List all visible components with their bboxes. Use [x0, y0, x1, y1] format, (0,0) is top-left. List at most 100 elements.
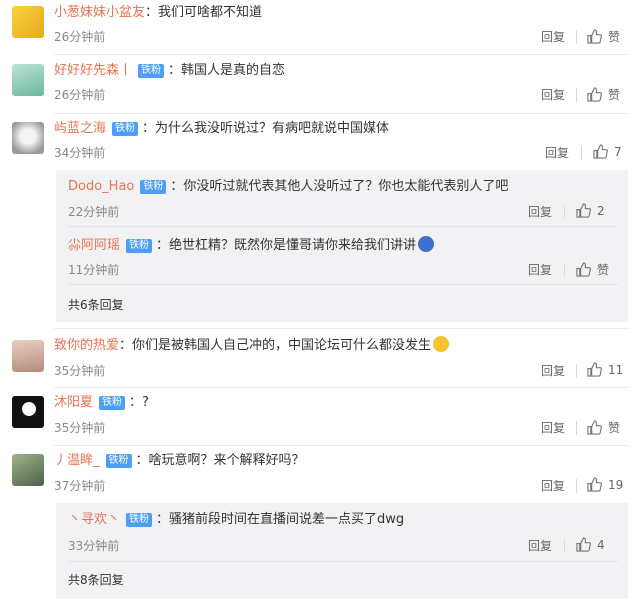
fan-badge: 铁粉: [138, 64, 165, 78]
comment-text: 致你的热爱：你们是被韩国人自己冲的，中国论坛可什么都没发生: [54, 336, 450, 355]
avatar[interactable]: [12, 454, 44, 486]
reply-text: Dodo_Hao 铁粉 ：你没听过就代表其他人没听过了？你也太能代表别人了吧: [68, 179, 509, 194]
reply-text: 尛阿阿瑶 铁粉 ：绝世杠精？既然你是懂哥请你来给我们讲讲: [68, 236, 435, 255]
username[interactable]: 丿温眸_: [54, 453, 100, 468]
reply-button[interactable]: 回复: [545, 144, 569, 161]
thumbs-up-icon: [576, 262, 591, 277]
like-button[interactable]: 11: [587, 362, 623, 377]
comment-text: 屿蓝之海 铁粉 ：为什么我没听说过？有病吧就说中国媒体: [54, 121, 390, 136]
reply-button[interactable]: 回复: [541, 28, 565, 45]
avatar-figure: [22, 402, 36, 416]
like-button[interactable]: 19: [587, 477, 623, 492]
comment-text: 小葱妹妹小盆友：我们可啥都不知道: [54, 5, 263, 20]
divider: [564, 539, 565, 553]
timestamp: 35分钟前: [54, 421, 106, 435]
comment: 小葱妹妹小盆友：我们可啥都不知道 26分钟前 回复 赞: [0, 0, 640, 56]
timestamp: 33分钟前: [68, 539, 120, 553]
divider: [581, 146, 582, 160]
reply-button[interactable]: 回复: [528, 537, 552, 554]
separator: [68, 226, 618, 227]
separator: [54, 328, 630, 329]
like-button[interactable]: 赞: [587, 86, 620, 103]
divider: [576, 421, 577, 435]
comment-body: 我们可啥都不知道: [158, 5, 263, 20]
comment-body: 啥玩意啊？来个解释好吗？: [148, 453, 305, 468]
thumbs-up-icon: [576, 203, 591, 218]
comment-body: 韩国人是真的自恋: [181, 63, 286, 78]
timestamp: 37分钟前: [54, 479, 106, 493]
timestamp: 11分钟前: [68, 263, 120, 277]
thumbs-up-icon: [576, 537, 591, 552]
avatar[interactable]: [12, 64, 44, 96]
reply-button[interactable]: 回复: [528, 261, 552, 278]
sub-replies: Dodo_Hao 铁粉 ：你没听过就代表其他人没听过了？你也太能代表别人了吧 22分…: [56, 170, 628, 322]
separator: [54, 54, 630, 55]
like-button[interactable]: 4: [576, 537, 605, 552]
like-button[interactable]: 2: [576, 203, 605, 218]
fan-badge: 铁粉: [99, 396, 126, 410]
divider: [576, 364, 577, 378]
username[interactable]: 丶寻欢丶: [68, 512, 120, 527]
username[interactable]: 屿蓝之海: [54, 121, 106, 136]
reply-button[interactable]: 回复: [528, 203, 552, 220]
reply-body: 绝世杠精？既然你是懂哥请你来给我们讲讲: [169, 238, 417, 253]
fan-badge: 铁粉: [112, 122, 139, 136]
username[interactable]: 好好好先森丨: [54, 63, 132, 78]
comment-body: ?: [142, 395, 149, 410]
reply-button[interactable]: 回复: [541, 477, 565, 494]
thumbs-up-icon: [587, 420, 602, 435]
sub-replies: 丶寻欢丶 铁粉 ：骚猪前段时间在直播间说差一点买了dwg 33分钟前 回复 4 共8…: [56, 503, 628, 599]
avatar[interactable]: [12, 6, 44, 38]
divider: [564, 263, 565, 277]
comment-text: 好好好先森丨 铁粉 ：韩国人是真的自恋: [54, 63, 286, 78]
timestamp: 26分钟前: [54, 30, 106, 44]
divider: [564, 205, 565, 219]
fan-badge: 铁粉: [140, 180, 167, 194]
like-button[interactable]: 7: [593, 144, 622, 159]
reply-body: 骚猪前段时间在直播间说差一点买了dwg: [169, 512, 405, 527]
view-more-replies[interactable]: 共6条回复: [68, 296, 124, 313]
divider: [576, 88, 577, 102]
thumbs-up-icon: [587, 362, 602, 377]
comment: 屿蓝之海 铁粉 ：为什么我没听说过？有病吧就说中国媒体 34分钟前 回复 7 Dod…: [0, 114, 640, 330]
view-more-replies[interactable]: 共8条回复: [68, 571, 124, 588]
like-button[interactable]: 赞: [576, 261, 609, 278]
like-button[interactable]: 赞: [587, 28, 620, 45]
reply-button[interactable]: 回复: [541, 86, 565, 103]
fan-badge: 铁粉: [126, 239, 153, 253]
username[interactable]: 尛阿阿瑶: [68, 238, 120, 253]
timestamp: 35分钟前: [54, 364, 106, 378]
comment: 丿温眸_ 铁粉 ：啥玩意啊？来个解释好吗？ 37分钟前 回复 19 丶寻欢丶 铁粉 ：骚…: [0, 446, 640, 607]
divider: [576, 479, 577, 493]
separator: [68, 284, 618, 285]
fan-badge: 铁粉: [126, 513, 153, 527]
username[interactable]: 小葱妹妹小盆友: [54, 5, 145, 20]
comment-body: 为什么我没听说过？有病吧就说中国媒体: [155, 121, 390, 136]
thumbs-up-icon: [587, 87, 602, 102]
reply-body: 你没听过就代表其他人没听过了？你也太能代表别人了吧: [183, 179, 509, 194]
timestamp: 34分钟前: [54, 146, 106, 160]
username[interactable]: 沐阳夏: [54, 395, 93, 410]
comment: 致你的热爱：你们是被韩国人自己冲的，中国论坛可什么都没发生 35分钟前 回复 1…: [0, 330, 640, 388]
like-button[interactable]: 赞: [587, 419, 620, 436]
avatar[interactable]: [12, 396, 44, 428]
reply-button[interactable]: 回复: [541, 362, 565, 379]
comment: 沐阳夏 铁粉：? 35分钟前 回复 赞: [0, 388, 640, 446]
separator: [68, 561, 618, 562]
divider: [576, 30, 577, 44]
comment: 好好好先森丨 铁粉 ：韩国人是真的自恋 26分钟前 回复 赞: [0, 56, 640, 114]
comment-text: 丿温眸_ 铁粉 ：啥玩意啊？来个解释好吗？: [54, 453, 305, 468]
thumbs-up-icon: [587, 29, 602, 44]
username[interactable]: Dodo_Hao: [68, 179, 134, 194]
fan-badge: 铁粉: [105, 454, 132, 468]
timestamp: 22分钟前: [68, 205, 120, 219]
avatar[interactable]: [12, 340, 44, 372]
username[interactable]: 致你的热爱: [54, 338, 119, 353]
avatar[interactable]: [12, 122, 44, 154]
timestamp: 26分钟前: [54, 88, 106, 102]
emoji-icon: [433, 336, 450, 352]
comment-body: 你们是被韩国人自己冲的，中国论坛可什么都没发生: [132, 338, 432, 353]
thumbs-up-icon: [593, 144, 608, 159]
reply-button[interactable]: 回复: [541, 419, 565, 436]
comment-text: 沐阳夏 铁粉：?: [54, 395, 149, 410]
